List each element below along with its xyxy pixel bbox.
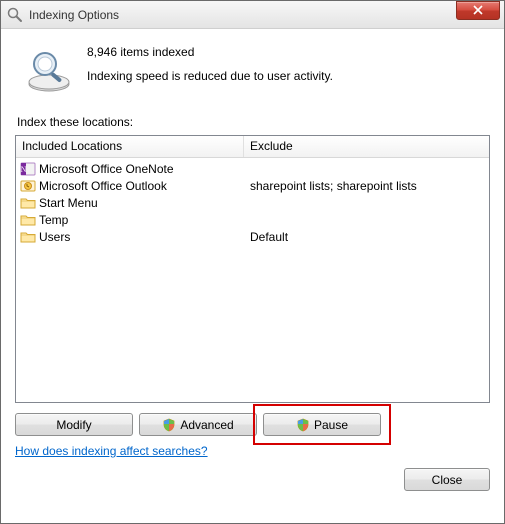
bottom-row: Close (15, 468, 490, 491)
column-header-included[interactable]: Included Locations (16, 136, 244, 157)
folder-icon (20, 195, 36, 211)
close-button[interactable]: Close (404, 468, 490, 491)
advanced-button-label: Advanced (180, 418, 233, 432)
folder-icon (20, 212, 36, 228)
modify-button-label: Modify (56, 418, 91, 432)
magnifier-drive-icon (25, 47, 73, 95)
included-cell: Microsoft Office OneNote (39, 162, 174, 176)
table-row[interactable]: Temp (16, 211, 489, 228)
table-row[interactable]: Microsoft Office Outlook sharepoint lists… (16, 177, 489, 194)
included-cell: Users (39, 230, 70, 244)
close-button-label: Close (432, 473, 463, 487)
exclude-cell: sharepoint lists; sharepoint lists (250, 179, 417, 193)
column-header-exclude[interactable]: Exclude (244, 136, 489, 157)
indexing-app-icon (7, 7, 23, 23)
status-area: 8,946 items indexed Indexing speed is re… (15, 39, 490, 109)
pause-button-label: Pause (314, 418, 348, 432)
included-cell: Temp (39, 213, 68, 227)
indexing-options-window: Indexing Options 8,946 items indexed Ind… (0, 0, 505, 524)
table-row[interactable]: Start Menu (16, 194, 489, 211)
included-cell: Start Menu (39, 196, 98, 210)
close-icon (473, 5, 483, 15)
table-row[interactable]: Users Default (16, 228, 489, 245)
window-close-button[interactable] (456, 1, 500, 20)
indexing-detail-text: Indexing speed is reduced due to user ac… (87, 69, 333, 83)
list-body: NMicrosoft Office OneNoteMicrosoft Offic… (16, 158, 489, 402)
pause-button[interactable]: Pause (263, 413, 381, 436)
included-cell: Microsoft Office Outlook (39, 179, 167, 193)
window-title: Indexing Options (29, 8, 456, 22)
shield-icon (162, 418, 176, 432)
modify-button[interactable]: Modify (15, 413, 133, 436)
folder-icon (20, 229, 36, 245)
list-header: Included Locations Exclude (16, 136, 489, 158)
indexed-count-text: 8,946 items indexed (87, 45, 333, 59)
outlook-icon (20, 178, 36, 194)
onenote-icon: N (20, 161, 36, 177)
exclude-cell: Default (250, 230, 288, 244)
shield-icon (296, 418, 310, 432)
help-link[interactable]: How does indexing affect searches? (15, 444, 490, 458)
locations-label: Index these locations: (17, 115, 490, 129)
button-row: Modify Advanced (15, 413, 490, 436)
table-row[interactable]: N Microsoft Office OneNote (16, 160, 489, 177)
locations-listbox: Included Locations Exclude N Microsoft Of… (15, 135, 490, 403)
content-pane: 8,946 items indexed Indexing speed is re… (1, 29, 504, 523)
advanced-button[interactable]: Advanced (139, 413, 257, 436)
titlebar: Indexing Options (1, 1, 504, 29)
svg-text:N: N (21, 165, 27, 174)
